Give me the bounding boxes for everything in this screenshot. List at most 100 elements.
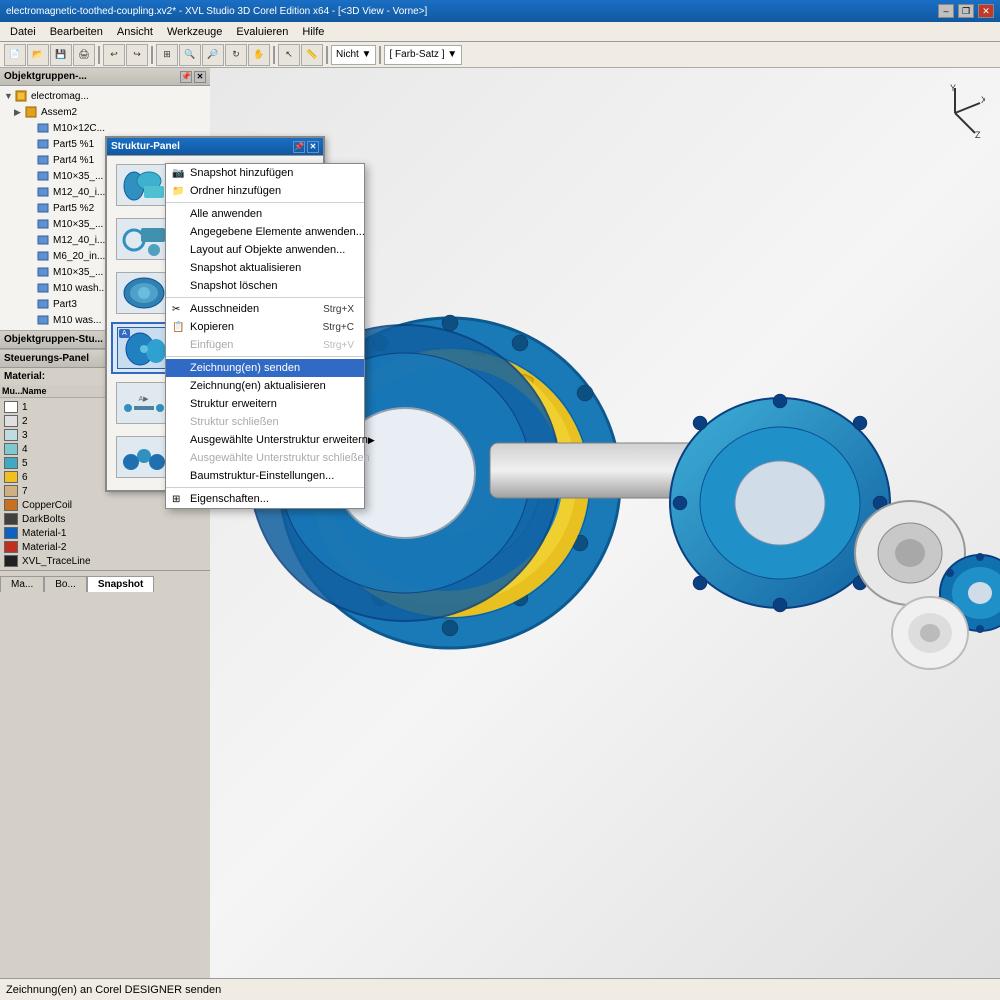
ctx-eigenschaften[interactable]: ⊞ Eigenschaften...: [166, 490, 364, 508]
tree-root[interactable]: ▼ electromag...: [2, 88, 208, 104]
panel-close-btn[interactable]: ✕: [194, 71, 206, 83]
menu-datei[interactable]: Datei: [4, 24, 42, 40]
toolbar-row1: 📄 📂 💾 🖨 ↩ ↪ ⊞ 🔍 🔎 ↻ ✋ ↖ 📏 Nicht ▼ [ Farb…: [0, 42, 1000, 68]
save-button[interactable]: 💾: [50, 44, 72, 66]
ctx-ausschneiden[interactable]: ✂ Ausschneiden Strg+X: [166, 300, 364, 318]
nicht-dropdown[interactable]: Nicht ▼: [331, 45, 376, 65]
pan-button[interactable]: ✋: [248, 44, 270, 66]
print-button[interactable]: 🖨: [73, 44, 95, 66]
mat-material2[interactable]: Material-2: [2, 540, 208, 554]
objektgruppen-header[interactable]: Objektgruppen-... 📌 ✕: [0, 68, 210, 86]
restore-button[interactable]: ❐: [958, 4, 974, 18]
ctx-snapshot-hinzufugen[interactable]: 📷 Snapshot hinzufügen: [166, 164, 364, 182]
zoom-in-button[interactable]: 🔍: [179, 44, 201, 66]
panel-header-btns: 📌 ✕: [180, 71, 206, 83]
snap-thumb-nobolt: [116, 272, 171, 314]
ctx-sep1: [166, 202, 364, 203]
measure-button[interactable]: 📏: [301, 44, 323, 66]
sep5: [379, 46, 381, 64]
mat-swatch-2: [4, 415, 18, 427]
mat-swatch-3: [4, 429, 18, 441]
menu-werkzeuge[interactable]: Werkzeuge: [161, 24, 228, 40]
snap-thumb-2: [116, 218, 171, 260]
mat-swatch-7: [4, 485, 18, 497]
ctx-angegebene[interactable]: Angegebene Elemente anwenden...: [166, 223, 364, 241]
ctx-einfugen[interactable]: Einfügen Strg+V: [166, 336, 364, 354]
panel-pin-btn[interactable]: 📌: [180, 71, 192, 83]
tab-ma[interactable]: Ma...: [0, 576, 44, 592]
title-controls: – ❐ ✕: [938, 4, 994, 18]
assem2-icon: [24, 105, 38, 119]
root-arrow: ▼: [4, 91, 14, 101]
ctx-layout[interactable]: Layout auf Objekte anwenden...: [166, 241, 364, 259]
mat-swatch-dark: [4, 513, 18, 525]
ctx-alle-anwenden[interactable]: Alle anwenden: [166, 205, 364, 223]
undo-button[interactable]: ↩: [103, 44, 125, 66]
mat-xvl[interactable]: XVL_TraceLine: [2, 554, 208, 568]
close-button[interactable]: ✕: [978, 4, 994, 18]
rotate-button[interactable]: ↻: [225, 44, 247, 66]
mat-swatch-copper: [4, 499, 18, 511]
cut-shortcut: Strg+X: [323, 304, 354, 315]
minimize-button[interactable]: –: [938, 4, 954, 18]
menu-evaluieren[interactable]: Evaluieren: [230, 24, 294, 40]
ctx-baumstruktur[interactable]: Baumstruktur-Einstellungen...: [166, 467, 364, 485]
snap-thumb-illus3: [116, 436, 171, 478]
cut-icon: ✂: [172, 304, 180, 315]
ctx-snapshot-aktualisieren[interactable]: Snapshot aktualisieren: [166, 259, 364, 277]
nicht-label: Nicht ▼: [336, 49, 371, 60]
zoom-fit-button[interactable]: ⊞: [156, 44, 178, 66]
paste-shortcut: Strg+V: [323, 340, 354, 351]
tab-snapshot[interactable]: Snapshot: [87, 576, 155, 592]
tree-root-label: electromag...: [31, 91, 89, 102]
ctx-kopieren[interactable]: 📋 Kopieren Strg+C: [166, 318, 364, 336]
status-text: Zeichnung(en) an Corel DESIGNER senden: [6, 984, 221, 996]
context-menu: 📷 Snapshot hinzufügen 📁 Ordner hinzufüge…: [165, 163, 365, 509]
mat-material1[interactable]: Material-1: [2, 526, 208, 540]
sep1: [98, 46, 100, 64]
tab-bo[interactable]: Bo...: [44, 576, 87, 592]
sep3: [273, 46, 275, 64]
redo-button[interactable]: ↪: [126, 44, 148, 66]
main-layout: Objektgruppen-... 📌 ✕ ▼ electromag... ▶ …: [0, 68, 1000, 978]
new-button[interactable]: 📄: [4, 44, 26, 66]
ctx-zeichnung-senden[interactable]: Zeichnung(en) senden: [166, 359, 364, 377]
ctx-unterstruktur-schliessen[interactable]: Ausgewählte Unterstruktur schließen: [166, 449, 364, 467]
ctx-snapshot-loschen[interactable]: Snapshot löschen: [166, 277, 364, 295]
tree-m10-12c[interactable]: M10×12C...: [2, 120, 208, 136]
mu-header: Mu...: [2, 386, 22, 396]
open-button[interactable]: 📂: [27, 44, 49, 66]
assembly-icon: [14, 89, 28, 103]
ctx-struktur-erweitern[interactable]: Struktur erweitern: [166, 395, 364, 413]
part5-icon: [36, 137, 50, 151]
ctx-sep4: [166, 487, 364, 488]
ctx-ordner-hinzufugen[interactable]: 📁 Ordner hinzufügen: [166, 182, 364, 200]
ctx-zeichnung-aktualisieren[interactable]: Zeichnung(en) aktualisieren: [166, 377, 364, 395]
bottom-tabs: Ma... Bo... Snapshot: [0, 570, 210, 592]
steuerungs-title: Steuerungs-Panel: [4, 353, 89, 364]
ctx-sep3: [166, 356, 364, 357]
menu-bar: Datei Bearbeiten Ansicht Werkzeuge Evalu…: [0, 22, 1000, 42]
farb-satz-dropdown[interactable]: [ Farb-Satz ] ▼: [384, 45, 462, 65]
zoom-out-button[interactable]: 🔎: [202, 44, 224, 66]
mat-swatch-5: [4, 457, 18, 469]
snap-thumb-illus2: A▶: [116, 382, 171, 424]
struktur-header[interactable]: Struktur-Panel 📌 ✕: [107, 138, 323, 156]
snapshot-add-icon: 📷: [172, 168, 184, 179]
select-button[interactable]: ↖: [278, 44, 300, 66]
struktur-pin[interactable]: 📌: [293, 141, 305, 153]
ctx-struktur-schliessen[interactable]: Struktur schließen: [166, 413, 364, 431]
title-text: electromagnetic-toothed-coupling.xv2* - …: [6, 6, 427, 17]
mat-swatch-material1: [4, 527, 18, 539]
copy-shortcut: Strg+C: [323, 322, 354, 333]
copy-icon: 📋: [172, 322, 184, 333]
menu-bearbeiten[interactable]: Bearbeiten: [44, 24, 109, 40]
mat-swatch-material2: [4, 541, 18, 553]
menu-ansicht[interactable]: Ansicht: [111, 24, 159, 40]
submenu-arrow: ▶: [368, 435, 375, 446]
mat-dark[interactable]: DarkBolts: [2, 512, 208, 526]
ctx-unterstruktur-erweitern[interactable]: Ausgewählte Unterstruktur erweitern ▶: [166, 431, 364, 449]
struktur-close[interactable]: ✕: [307, 141, 319, 153]
menu-hilfe[interactable]: Hilfe: [296, 24, 330, 40]
tree-assem2[interactable]: ▶ Assem2: [2, 104, 208, 120]
